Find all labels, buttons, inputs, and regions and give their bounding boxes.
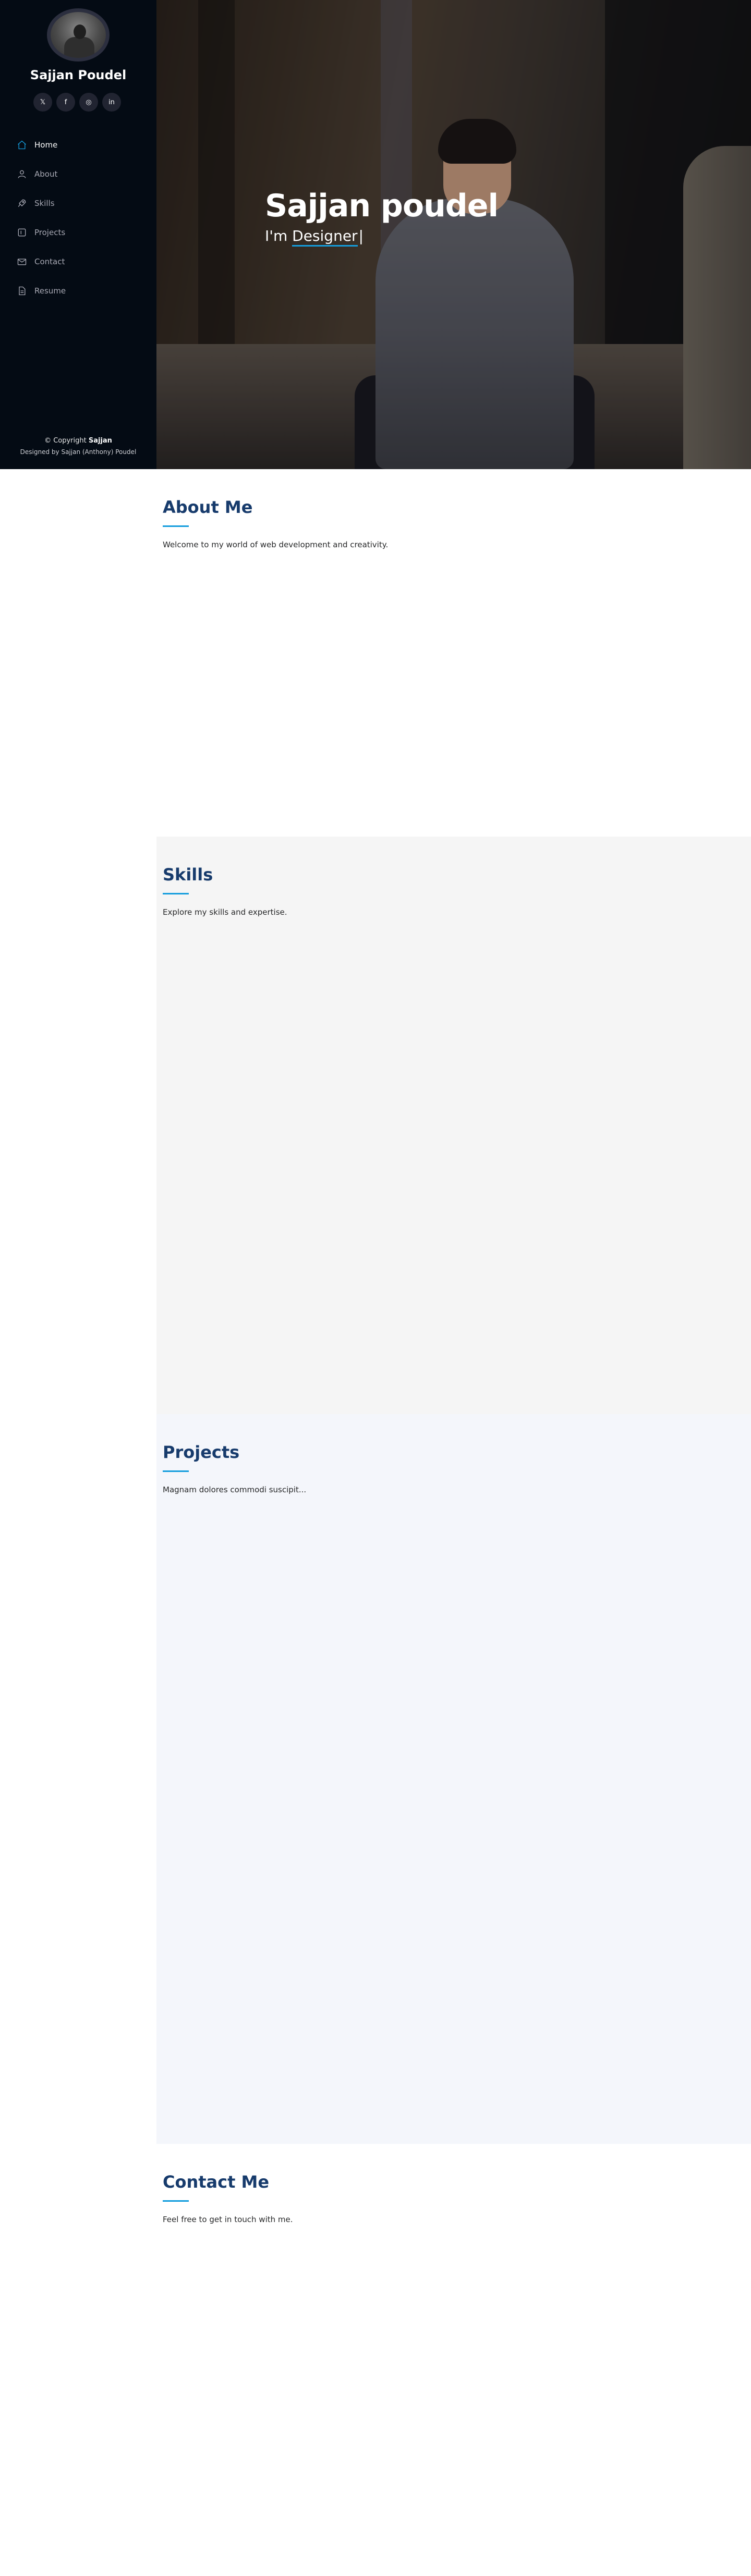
instagram-icon: ◎ — [86, 98, 92, 106]
contact-section: Contact Me Feel free to get in touch wit… — [156, 2144, 751, 2576]
avatar-figure-body — [64, 37, 94, 58]
copyright-name: Sajjan — [88, 437, 112, 445]
hero-sub-prefix: I'm — [265, 227, 293, 244]
facebook-icon: f — [64, 98, 67, 106]
skills-title: Skills — [163, 865, 213, 885]
projects-title: Projects — [163, 1442, 240, 1462]
credits: Designed by Sajjan (Anthony) Poudel — [20, 448, 137, 456]
nav-item-home[interactable]: Home — [16, 130, 141, 160]
avatar-figure-head — [74, 24, 86, 39]
envelope-icon — [16, 255, 28, 268]
contact-text: Feel free to get in touch with me. — [163, 2215, 293, 2224]
nav-label-about: About — [34, 169, 58, 179]
profile-avatar — [47, 8, 110, 62]
project-icon — [16, 226, 28, 239]
about-text: Welcome to my world of web development a… — [163, 540, 389, 549]
projects-section: Projects Magnam dolores commodi suscipit… — [156, 1414, 751, 2144]
about-section: About Me Welcome to my world of web deve… — [156, 469, 751, 837]
skills-section: Skills Explore my skills and expertise. — [156, 837, 751, 1414]
about-title: About Me — [163, 497, 253, 517]
home-icon — [16, 139, 28, 151]
nav-item-resume[interactable]: Resume — [16, 276, 141, 305]
nav-menu: Home About Skills Projects Contact Resum… — [16, 130, 141, 305]
hero-subtitle: I'm Designer| — [265, 227, 364, 247]
sidebar-footer: © Copyright Sajjan Designed by Sajjan (A… — [0, 437, 156, 456]
nav-item-contact[interactable]: Contact — [16, 247, 141, 276]
twitter-link[interactable]: 𝕏 — [33, 93, 52, 112]
contact-title-underline — [163, 2200, 189, 2202]
person-icon — [16, 168, 28, 180]
copyright: © Copyright Sajjan — [0, 437, 156, 445]
nav-label-skills: Skills — [34, 199, 55, 208]
nav-label-contact: Contact — [34, 257, 65, 266]
nav-item-about[interactable]: About — [16, 160, 141, 189]
hero-title: Sajjan poudel — [265, 188, 499, 224]
sidebar: Sajjan Poudel 𝕏 f ◎ in Home About Skills — [0, 0, 156, 469]
profile-name[interactable]: Sajjan Poudel — [0, 68, 156, 82]
facebook-link[interactable]: f — [56, 93, 75, 112]
nav-label-projects: Projects — [34, 228, 66, 237]
instagram-link[interactable]: ◎ — [79, 93, 98, 112]
linkedin-icon: in — [108, 98, 115, 106]
hero-overlay — [156, 0, 751, 469]
contact-title: Contact Me — [163, 2172, 270, 2192]
projects-title-underline — [163, 1470, 189, 1472]
nav-label-home: Home — [34, 140, 58, 150]
copyright-prefix: © Copyright — [44, 437, 89, 445]
social-links: 𝕏 f ◎ in — [33, 93, 121, 112]
nav-item-projects[interactable]: Projects — [16, 218, 141, 247]
typed-cursor: | — [358, 227, 364, 244]
file-icon — [16, 285, 28, 297]
nav-item-skills[interactable]: Skills — [16, 189, 141, 218]
twitter-icon: 𝕏 — [40, 98, 46, 106]
rocket-icon — [16, 197, 28, 210]
about-title-underline — [163, 525, 189, 527]
projects-text: Magnam dolores commodi suscipit... — [163, 1485, 307, 1494]
skills-title-underline — [163, 893, 189, 894]
typed-text: Designer — [292, 227, 358, 247]
skills-text: Explore my skills and expertise. — [163, 907, 287, 917]
linkedin-link[interactable]: in — [102, 93, 121, 112]
hero: Sajjan poudel I'm Designer| — [156, 0, 751, 469]
nav-label-resume: Resume — [34, 286, 66, 296]
